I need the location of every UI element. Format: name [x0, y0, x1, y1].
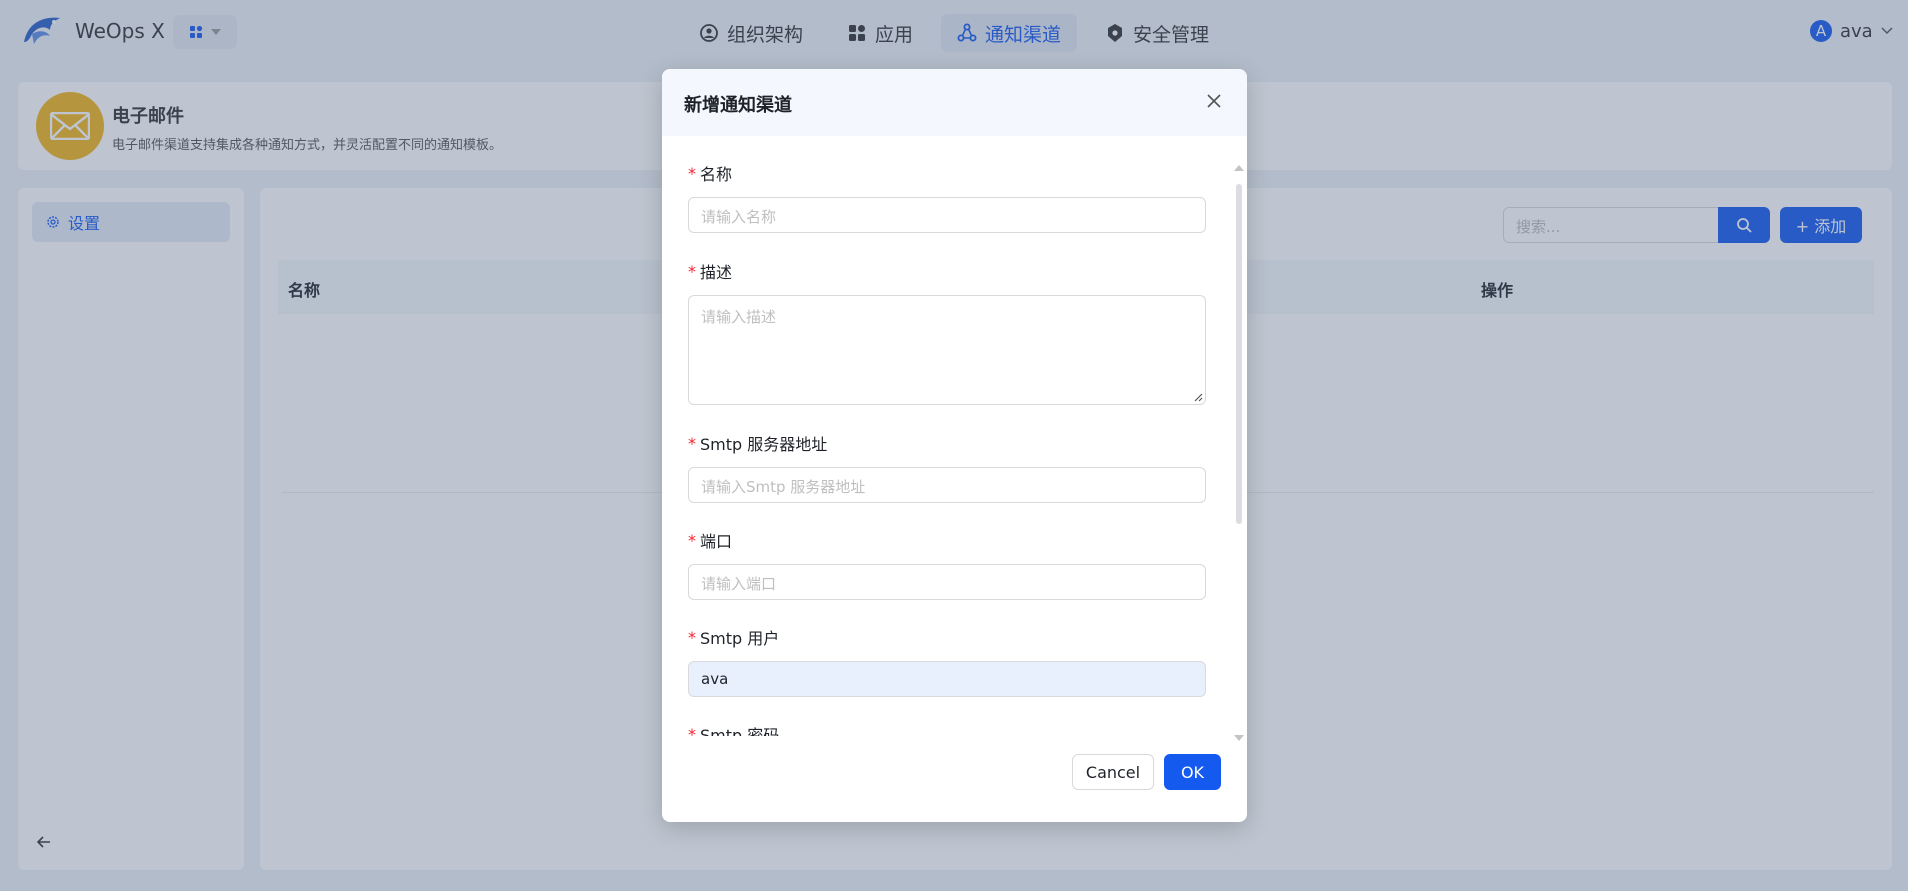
required-mark: *	[688, 261, 696, 281]
field-label: Smtp 用户	[700, 629, 780, 648]
dialog-header: 新增通知渠道	[662, 69, 1247, 136]
description-textarea[interactable]: 请输入描述	[688, 295, 1206, 405]
form-item-name: * 名称 请输入名称	[688, 161, 1206, 233]
textarea-placeholder: 请输入描述	[701, 308, 777, 326]
field-label: 端口	[700, 532, 733, 551]
form-item-description: * 描述 请输入描述	[688, 259, 1206, 405]
required-mark: *	[688, 724, 696, 737]
close-button[interactable]	[1202, 89, 1226, 113]
name-input[interactable]: 请输入名称	[688, 197, 1206, 233]
port-input[interactable]: 请输入端口	[688, 564, 1206, 600]
smtp-host-input[interactable]: 请输入Smtp 服务器地址	[688, 467, 1206, 503]
required-mark: *	[688, 627, 696, 647]
dialog-form: * 名称 请输入名称 * 描述 请输入描述 * Smtp 服务器地址 请输入Smtp …	[662, 136, 1247, 736]
field-label: Smtp 密码	[700, 726, 780, 736]
required-mark: *	[688, 163, 696, 183]
cancel-button[interactable]: Cancel	[1072, 754, 1154, 790]
required-mark: *	[688, 530, 696, 550]
dialog-title: 新增通知渠道	[684, 95, 792, 116]
form-item-smtp-host: * Smtp 服务器地址 请输入Smtp 服务器地址	[688, 431, 1206, 503]
form-item-smtp-user: * Smtp 用户 ava	[688, 625, 1206, 697]
scroll-up-arrow-icon[interactable]	[1234, 165, 1244, 171]
scrollbar-thumb[interactable]	[1236, 184, 1242, 524]
field-label: 描述	[700, 263, 733, 282]
smtp-user-input[interactable]: ava	[688, 661, 1206, 697]
ok-button[interactable]: OK	[1164, 754, 1221, 790]
required-mark: *	[688, 433, 696, 453]
close-icon	[1207, 94, 1221, 108]
dialog-footer: Cancel OK	[662, 749, 1247, 822]
field-label: 名称	[700, 165, 733, 184]
field-label: Smtp 服务器地址	[700, 435, 828, 454]
form-item-smtp-password: * Smtp 密码	[688, 722, 1206, 737]
form-item-port: * 端口 请输入端口	[688, 528, 1206, 600]
add-channel-dialog: 新增通知渠道 * 名称 请输入名称 * 描述 请输入描述 * Smtp 服务器地址 请…	[662, 69, 1247, 822]
resize-handle-icon[interactable]	[1193, 392, 1203, 402]
scroll-down-arrow-icon[interactable]	[1234, 735, 1244, 741]
